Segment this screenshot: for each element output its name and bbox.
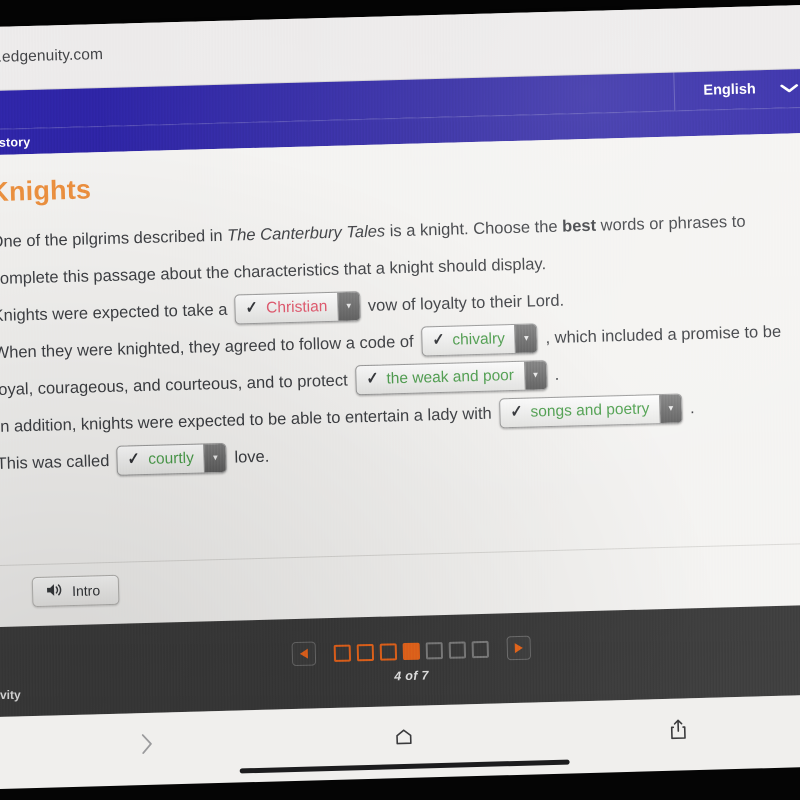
instruction-part2: is a knight. Choose the	[384, 217, 563, 241]
intro-audio-button[interactable]: Intro	[31, 574, 120, 608]
answer-dropdown-3-face[interactable]: ✓ the weak and poor	[356, 361, 524, 394]
check-icon: ✓	[245, 298, 259, 318]
answer-dropdown-3[interactable]: ✓ the weak and poor ▼	[354, 359, 548, 395]
previous-page-button[interactable]	[291, 641, 316, 667]
check-icon: ✓	[510, 401, 523, 422]
answer-dropdown-2[interactable]: ✓ chivalry ▼	[420, 322, 539, 357]
lesson-content: Knights One of the pilgrims described in…	[0, 132, 800, 628]
page-dot-3[interactable]	[379, 642, 397, 661]
check-icon: ✓	[431, 330, 445, 350]
sentence-4-after: .	[689, 399, 695, 418]
caret-down-icon[interactable]: ▼	[659, 394, 682, 423]
answer-dropdown-1-value: Christian	[265, 297, 328, 317]
answer-dropdown-4-value: songs and poetry	[530, 400, 650, 421]
answer-dropdown-5-face[interactable]: ✓ courtly	[118, 444, 205, 474]
page-dot-5[interactable]	[425, 641, 443, 659]
caret-down-icon[interactable]: ▼	[523, 360, 547, 390]
page-indicator-label: 4 of 7	[394, 668, 429, 684]
answer-dropdown-2-value: chivalry	[452, 330, 506, 349]
home-icon[interactable]	[394, 727, 415, 748]
instruction-part1: One of the pilgrims described in	[0, 226, 228, 252]
sentence-5-after: love.	[234, 447, 270, 467]
browser-toolbar-row	[0, 708, 800, 765]
chevron-right-icon[interactable]	[140, 733, 155, 755]
share-icon[interactable]	[668, 718, 688, 741]
sentence-1-after: vow of loyalty to their Lord.	[367, 291, 565, 315]
instruction-emphasis: best	[561, 216, 597, 236]
cropped-activity-text: vity	[0, 688, 21, 702]
sentence-4-before: In addition, knights were expected to be…	[0, 404, 492, 437]
chevron-down-icon	[780, 81, 799, 97]
page-dot-4[interactable]	[402, 642, 420, 660]
caret-down-icon[interactable]: ▼	[336, 291, 360, 321]
check-icon: ✓	[127, 449, 141, 469]
answer-dropdown-2-face[interactable]: ✓ chivalry	[422, 325, 516, 355]
page-dot-2[interactable]	[356, 643, 374, 661]
caret-down-icon[interactable]: ▼	[203, 443, 227, 473]
page-title: Knights	[0, 174, 92, 208]
answer-dropdown-5-value: courtly	[147, 449, 195, 468]
sentence-5-before: This was called	[0, 451, 110, 474]
lesson-prose: One of the pilgrims described in The Can…	[0, 202, 800, 483]
language-divider	[673, 72, 676, 111]
instruction-text: One of the pilgrims described in The Can…	[0, 213, 746, 288]
sentence-2-before: When they were knighted, they agreed to …	[0, 332, 414, 363]
url-text[interactable]: rn.edgenuity.com	[0, 46, 103, 67]
subject-label: History	[0, 134, 31, 150]
answer-dropdown-5[interactable]: ✓ courtly ▼	[116, 442, 228, 476]
speaker-icon	[46, 582, 63, 600]
page-dots	[333, 640, 489, 662]
answer-dropdown-4[interactable]: ✓ songs and poetry ▼	[498, 393, 683, 429]
answer-dropdown-1[interactable]: ✓ Christian ▼	[234, 290, 361, 325]
triangle-left-icon	[299, 648, 308, 659]
sentence-1-before: Knights were expected to take a	[0, 300, 228, 326]
sentence-3-after: .	[554, 365, 560, 384]
language-selector[interactable]: English	[703, 69, 799, 110]
page-dot-7[interactable]	[471, 640, 489, 658]
triangle-right-icon	[514, 642, 523, 654]
instruction-book-title: The Canterbury Tales	[226, 222, 386, 245]
photo-of-tablet-screen: rn.edgenuity.com English History Knights	[0, 0, 800, 800]
answer-dropdown-3-value: the weak and poor	[386, 366, 515, 388]
page-dot-6[interactable]	[448, 640, 466, 659]
home-indicator	[239, 759, 570, 774]
page-dot-1[interactable]	[333, 644, 351, 662]
check-icon: ✓	[366, 368, 379, 389]
caret-down-icon[interactable]: ▼	[514, 324, 538, 353]
pager-controls	[291, 635, 531, 667]
intro-audio-label: Intro	[71, 582, 101, 600]
tablet-screen: rn.edgenuity.com English History Knights	[0, 4, 800, 718]
answer-dropdown-4-face[interactable]: ✓ songs and poetry	[500, 395, 660, 427]
answer-dropdown-1-face[interactable]: ✓ Christian	[236, 292, 338, 323]
language-label: English	[703, 81, 756, 99]
next-page-button[interactable]	[505, 635, 531, 661]
